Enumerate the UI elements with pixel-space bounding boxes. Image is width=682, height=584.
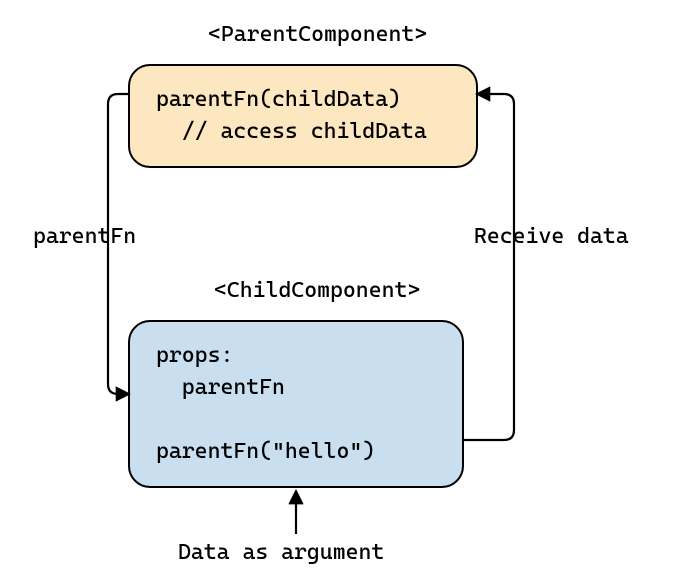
child-code-line2: parentFn: [156, 375, 285, 400]
child-code-line1: props:: [156, 343, 233, 368]
child-code-line4: parentFn("hello"): [156, 439, 375, 464]
parent-code-line1: parentFn(childData): [156, 87, 401, 112]
child-box: props: parentFn parentFn("hello"): [128, 320, 464, 488]
child-title: <ChildComponent>: [214, 278, 420, 303]
parent-code-line2: // access childData: [156, 119, 427, 144]
parent-title: <ParentComponent>: [208, 22, 427, 47]
right-arrow-label: Receive data: [474, 224, 629, 249]
left-arrow-label: parentFn: [33, 224, 136, 249]
parent-box: parentFn(childData) // access childData: [128, 64, 478, 168]
bottom-arrow-label: Data as argument: [178, 540, 384, 565]
diagram-canvas: <ParentComponent> parentFn(childData) //…: [0, 0, 682, 584]
